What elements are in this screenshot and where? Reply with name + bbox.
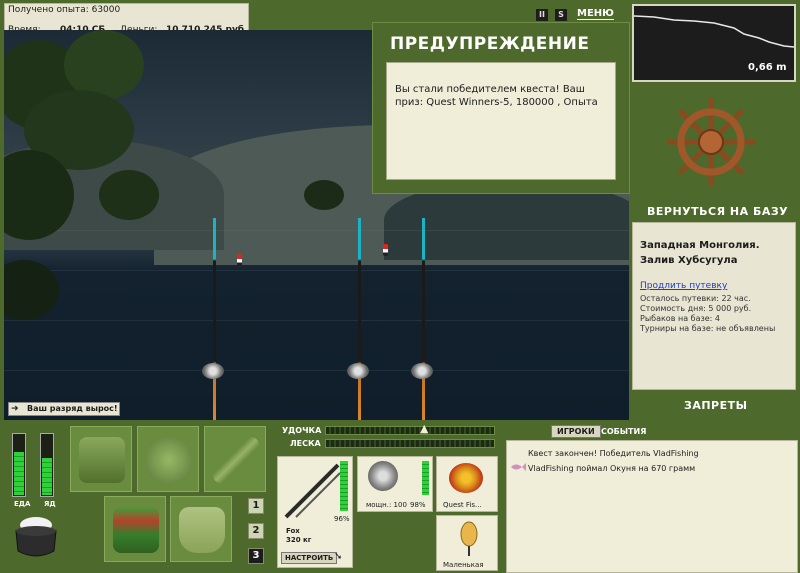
inventory-slot-tackle-box[interactable]	[70, 426, 132, 492]
sound-icon[interactable]: S	[555, 9, 567, 21]
warning-title: ПРЕДУПРЕЖДЕНИЕ	[390, 34, 590, 54]
tune-button[interactable]: НАСТРОИТЬ	[281, 552, 338, 564]
triangle-up-icon[interactable]: ▲	[420, 422, 428, 435]
menu-button[interactable]: МЕНЮ	[577, 8, 614, 20]
rod-label: УДОЧКА	[282, 426, 322, 435]
fish-icon	[510, 462, 526, 472]
inventory-slot-bucket[interactable]	[170, 496, 232, 562]
fishing-rod-2[interactable]	[358, 218, 361, 420]
fishing-rod-1[interactable]	[213, 218, 216, 420]
reel-condition: 98%	[410, 501, 426, 509]
rod-icon	[284, 463, 341, 519]
day-cost: Стоимость дня: 5 000 руб.	[640, 304, 752, 313]
depth-value: 0,66 m	[748, 62, 787, 73]
line-slot[interactable]: Quest Fis...	[436, 456, 498, 512]
tab-players[interactable]: ИГРОКИ	[551, 425, 601, 438]
inventory-page-1[interactable]: 1	[248, 498, 264, 514]
tournaments-status: Турниры на базе: не объявлены	[640, 324, 776, 333]
tree	[4, 260, 59, 320]
line-name: Quest Fis...	[443, 501, 482, 509]
fishing-rod-3[interactable]	[422, 218, 425, 420]
location-title: Западная Монголия. Залив Хубсугула	[640, 240, 760, 266]
inventory-slot-basket[interactable]	[104, 496, 166, 562]
bucket-icon	[179, 507, 225, 553]
inventory-page-3[interactable]: 3	[248, 548, 264, 564]
reel-icon	[368, 461, 398, 491]
tree	[99, 170, 159, 220]
experience-label: Получено опыта: 63000	[8, 5, 121, 15]
arrow-right-icon: ➜	[11, 404, 19, 414]
return-to-base-button[interactable]: ВЕРНУТЬСЯ НА БАЗУ	[647, 205, 788, 218]
chat-log[interactable]	[506, 440, 798, 573]
arrow-down-right-icon[interactable]: ➘	[334, 551, 342, 562]
food-label: ЕДА	[14, 500, 31, 508]
inventory-slot-bag[interactable]	[137, 426, 199, 492]
rod-condition-bar	[340, 461, 348, 511]
permit-hours-left: Осталось путевки: 22 час.	[640, 294, 751, 303]
reel-3[interactable]	[411, 363, 433, 379]
line-tension-bar	[325, 439, 495, 448]
inventory-page-2[interactable]: 2	[248, 523, 264, 539]
extend-permit-link[interactable]: Продлить путевку	[640, 281, 727, 291]
food-meter-fill	[14, 451, 24, 495]
rod-slot[interactable]: 96% Fox 320 кг НАСТРОИТЬ ➘	[277, 456, 353, 568]
chat-message: VladFishing поймал Окуня на 670 грамм	[528, 464, 696, 473]
float-1	[237, 254, 242, 266]
reel-slot[interactable]: мощн.: 100 98%	[357, 456, 433, 512]
rod-condition: 96%	[334, 515, 350, 523]
reel-power: мощн.: 100	[366, 501, 407, 509]
poison-label: ЯД	[44, 500, 56, 508]
reel-condition-bar	[422, 461, 429, 495]
pot-icon[interactable]	[10, 513, 62, 561]
feather-icon	[213, 437, 259, 483]
reel-1[interactable]	[202, 363, 224, 379]
float-2	[383, 244, 388, 256]
tree	[304, 180, 344, 210]
bans-button[interactable]: ЗАПРЕТЫ	[684, 399, 748, 412]
food-basket-icon	[113, 507, 159, 553]
tackle-box-icon	[79, 437, 125, 483]
poison-meter	[40, 433, 54, 497]
inventory-slot-feather[interactable]	[204, 426, 266, 492]
chat-message: Квест закончен! Победитель VladFishing	[528, 449, 699, 458]
tab-events[interactable]: СОБЫТИЯ	[596, 426, 651, 437]
pause-icon[interactable]: II	[536, 9, 548, 21]
line-label: ЛЕСКА	[290, 439, 321, 448]
lure-slot[interactable]: Маленькая	[436, 515, 498, 571]
rod-tension-bar	[325, 426, 495, 435]
warning-message[interactable]: Вы стали победителем квеста! Ваш приз: Q…	[386, 62, 616, 180]
poison-meter-fill	[42, 457, 52, 495]
rod-name: Fox	[286, 527, 300, 535]
bag-icon	[146, 437, 192, 483]
reel-2[interactable]	[347, 363, 369, 379]
lure-name: Маленькая	[443, 561, 484, 569]
food-meter	[12, 433, 26, 497]
lure-icon	[460, 521, 478, 556]
rod-weight: 320 кг	[286, 536, 312, 544]
helm-wheel-icon[interactable]	[665, 96, 757, 188]
fishers-count: Рыбаков на базе: 4	[640, 314, 720, 323]
line-spool-icon	[449, 463, 483, 493]
rank-up-toast[interactable]: Ваш разряд вырос!	[8, 402, 120, 416]
